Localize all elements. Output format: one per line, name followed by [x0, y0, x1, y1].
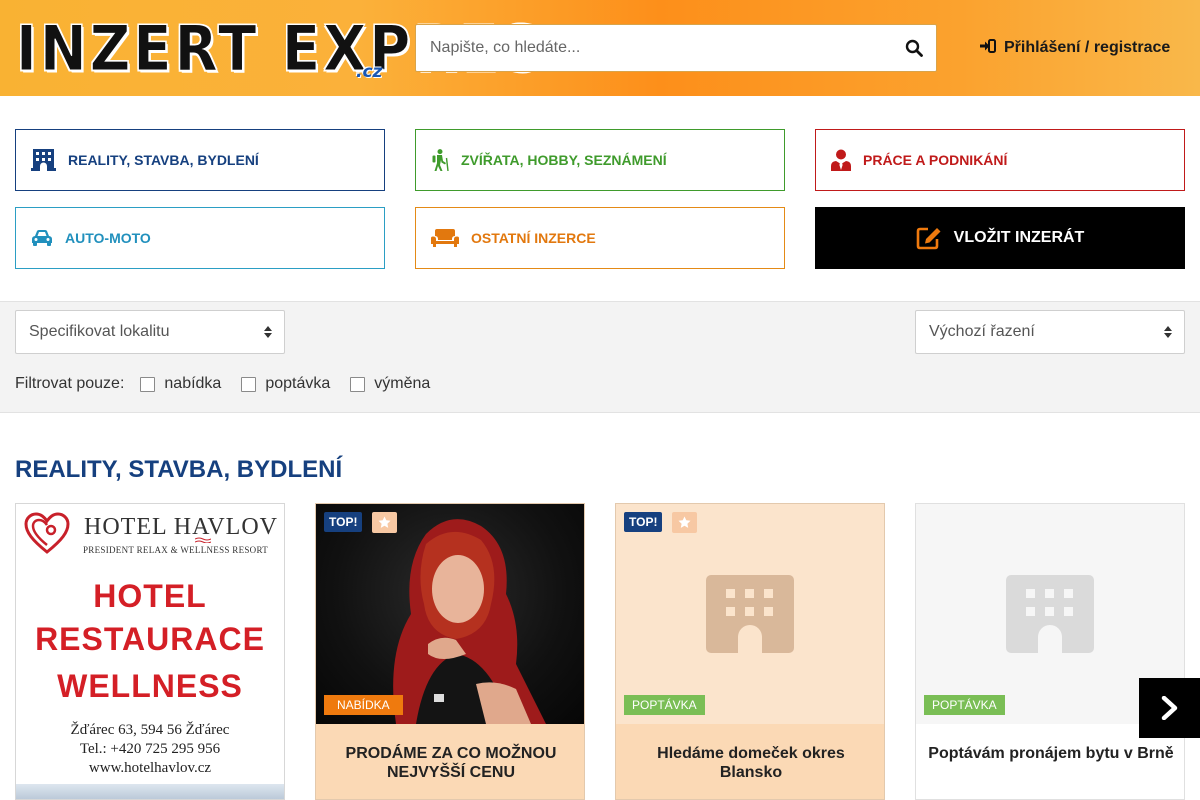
checkbox-label: nabídka: [164, 375, 222, 392]
wave-icon: [195, 537, 211, 543]
category-label: OSTATNÍ INZERCE: [471, 230, 596, 246]
locality-select[interactable]: Specifikovat lokalitu: [15, 310, 285, 354]
section-title: REALITY, STAVBA, BYDLENÍ: [15, 456, 343, 483]
sort-select-value: Výchozí řazení: [929, 323, 1035, 340]
hotel-heart-logo-icon: [24, 512, 70, 554]
hotel-name: HOTEL HAVLOV: [84, 514, 278, 540]
filter-label: Filtrovat pouze:: [15, 375, 125, 392]
search-icon[interactable]: [902, 36, 926, 60]
carousel-next-button[interactable]: [1139, 678, 1200, 738]
checkbox[interactable]: [140, 376, 156, 392]
login-label: Přihlášení / registrace: [1004, 39, 1171, 56]
ad-line: HOTEL: [93, 578, 207, 614]
star-icon[interactable]: [672, 512, 697, 533]
type-filter: Filtrovat pouze: nabídka poptávka výměna: [15, 374, 450, 394]
checkbox[interactable]: [350, 376, 366, 392]
couch-icon: [431, 229, 459, 247]
listing-card[interactable]: POPTÁVKA Poptávám pronájem bytu v Brně: [915, 503, 1185, 800]
category-label: AUTO-MOTO: [65, 230, 151, 246]
hotel-web: www.hotelhavlov.cz: [88, 760, 212, 776]
site-logo[interactable]: INZERT EXPRES .cz: [15, 12, 541, 87]
category-label: PRÁCE A PODNIKÁNÍ: [863, 152, 1008, 168]
hotel-subtitle: PRESIDENT RELAX & WELLNESS RESORT: [83, 545, 269, 555]
logo-tld: .cz: [356, 62, 383, 82]
locality-select-value: Specifikovat lokalitu: [29, 323, 170, 340]
header: INZERT EXPRES .cz Přihlášení / registrac…: [0, 0, 1200, 96]
top-badge: TOP!: [624, 512, 663, 532]
listing-type-badge: POPTÁVKA: [924, 695, 1005, 715]
building-icon: [706, 575, 794, 653]
listing-title[interactable]: Hledáme domeček okres Blansko: [626, 744, 876, 782]
sort-arrows-icon: [1164, 326, 1172, 338]
category-reality[interactable]: REALITY, STAVBA, BYDLENÍ: [15, 129, 385, 191]
category-label: REALITY, STAVBA, BYDLENÍ: [68, 152, 259, 168]
category-auto[interactable]: AUTO-MOTO: [15, 207, 385, 269]
search-box: [415, 24, 937, 72]
sign-in-icon: [980, 38, 996, 58]
ad-snow-strip: [16, 784, 284, 799]
top-badge: TOP!: [324, 512, 363, 532]
car-icon: [32, 230, 52, 246]
building-icon: [31, 149, 56, 171]
search-input[interactable]: [416, 25, 886, 71]
checkbox-label: výměna: [374, 375, 431, 392]
checkbox[interactable]: [241, 376, 257, 392]
listing-title[interactable]: Poptávám pronájem bytu v Brně: [926, 744, 1176, 763]
building-icon: [1006, 575, 1094, 653]
add-listing-label: VLOŽIT INZERÁT: [953, 229, 1085, 246]
listing-photo: [316, 504, 584, 724]
filter-poptavka-checkbox[interactable]: poptávka: [241, 375, 330, 393]
edit-icon: [916, 227, 941, 250]
login-link[interactable]: Přihlášení / registrace: [980, 38, 1170, 58]
filter-vymena-checkbox[interactable]: výměna: [350, 375, 430, 393]
hotel-address: Žďárec 63, 594 56 Žďárec: [70, 722, 230, 738]
hotel-phone: Tel.: +420 725 295 956: [79, 741, 221, 757]
add-listing-button[interactable]: VLOŽIT INZERÁT: [815, 207, 1185, 269]
listing-card[interactable]: TOP! POPTÁVKA Hledáme domeček okres Blan…: [615, 503, 885, 800]
star-icon[interactable]: [372, 512, 397, 533]
user-tie-icon: [831, 149, 851, 171]
category-zvirata[interactable]: ZVÍŘATA, HOBBY, SEZNÁMENÍ: [415, 129, 785, 191]
hiking-icon: [432, 149, 449, 171]
listing-title[interactable]: PRODÁME ZA CO MOŽNOU NEJVYŠŠÍ CENU: [326, 744, 576, 782]
listing-type-badge: NABÍDKA: [324, 695, 403, 715]
ad-line: RESTAURACE: [35, 621, 265, 657]
filter-nabidka-checkbox[interactable]: nabídka: [140, 375, 221, 393]
listing-card[interactable]: TOP! NABÍDKA PRODÁME ZA CO MOŽNOU NEJVYŠ…: [315, 503, 585, 800]
ad-banner-hotel[interactable]: HOTEL HAVLOV PRESIDENT RELAX & WELLNESS …: [15, 503, 285, 800]
sort-select[interactable]: Výchozí řazení: [915, 310, 1185, 354]
sort-arrows-icon: [264, 326, 272, 338]
category-prace[interactable]: PRÁCE A PODNIKÁNÍ: [815, 129, 1185, 191]
listing-photo-placeholder: [616, 504, 884, 724]
chevron-right-icon: [1161, 696, 1177, 720]
listing-type-badge: POPTÁVKA: [624, 695, 705, 715]
category-ostatni[interactable]: OSTATNÍ INZERCE: [415, 207, 785, 269]
woman-photo: [393, 519, 546, 724]
ad-line: WELLNESS: [57, 668, 243, 704]
category-label: ZVÍŘATA, HOBBY, SEZNÁMENÍ: [461, 152, 667, 168]
checkbox-label: poptávka: [265, 375, 331, 392]
